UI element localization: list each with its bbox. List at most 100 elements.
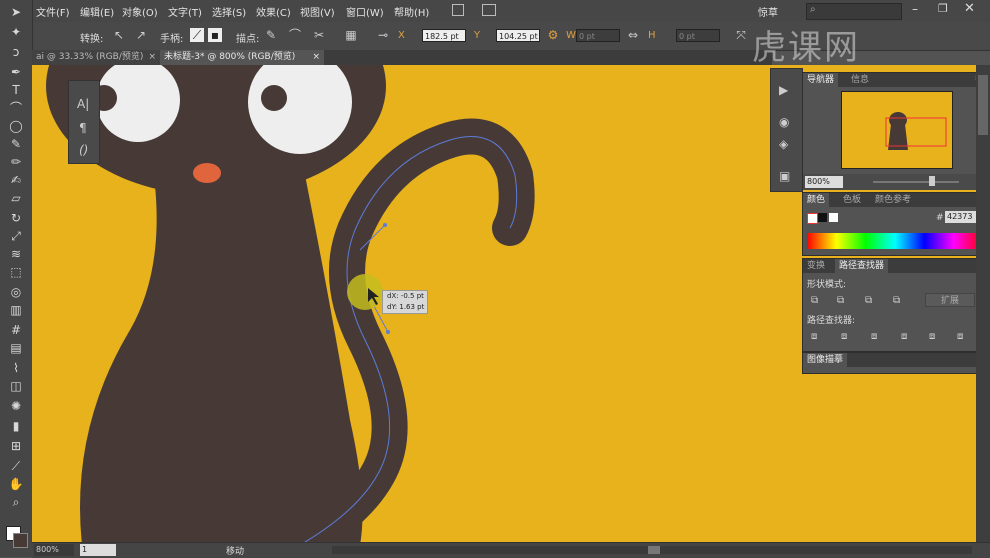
menu-window[interactable]: 窗口(W) [346, 4, 384, 19]
menu-file[interactable]: 文件(F) [36, 4, 70, 19]
align-icon[interactable]: ⊸ [376, 28, 390, 42]
paintbrush-tool-icon[interactable]: ✎ [8, 136, 24, 152]
remove-anchor-icon[interactable]: ✎ [264, 28, 278, 42]
tab-pathfinder[interactable]: 路径查找器 [835, 259, 889, 273]
trim-icon[interactable]: ⧈ [841, 331, 847, 342]
menu-effect[interactable]: 效果(C) [256, 4, 291, 19]
transform-icon[interactable]: ⤧ [734, 28, 748, 42]
ellipse-tool-icon[interactable]: ◯ [8, 118, 24, 134]
horizontal-scrollbar[interactable] [332, 546, 972, 554]
zoom-slider[interactable] [873, 181, 959, 183]
pen-tool-icon[interactable]: ✒ [8, 64, 24, 80]
tab-swatches[interactable]: 色板 [839, 193, 865, 207]
slice-tool-icon[interactable]: ⟋ [8, 458, 24, 474]
artboards-icon[interactable]: ▣ [779, 169, 790, 183]
stroke-swatch[interactable] [13, 533, 28, 548]
artboard-tool-icon[interactable]: ⊞ [8, 438, 24, 454]
x-field[interactable]: 182.5 pt [422, 29, 466, 42]
unite-icon[interactable]: ⧉ [811, 295, 818, 306]
perspective-grid-tool-icon[interactable]: ▥ [8, 302, 24, 318]
arc-tool-icon[interactable]: ⌒ [8, 100, 24, 116]
eyedropper-tool-icon[interactable]: ⌇ [8, 360, 24, 376]
mesh-tool-icon[interactable]: # [8, 322, 24, 338]
crop-icon[interactable]: ⧈ [901, 331, 907, 342]
close-icon[interactable]: ✕ [964, 1, 975, 16]
character-icon[interactable]: A| [77, 97, 89, 111]
width-tool-icon[interactable]: ≋ [8, 246, 24, 262]
navigator-zoom-field[interactable]: 800% [805, 176, 843, 188]
artboard-number-field[interactable]: 1 [80, 544, 116, 556]
restore-icon[interactable]: ❐ [938, 2, 948, 15]
zoom-tool-icon[interactable]: ⌕ [8, 494, 24, 510]
tab-image-trace[interactable]: 图像描摹 [803, 353, 848, 367]
hide-handles-icon[interactable]: ▪ [208, 28, 222, 42]
tab-color-guide[interactable]: 颜色参考 [871, 193, 915, 207]
isolate-icon[interactable]: ▦ [344, 28, 358, 42]
intersect-icon[interactable]: ⧉ [865, 295, 872, 306]
navigator-thumbnail[interactable] [841, 91, 953, 169]
handle-point[interactable] [383, 223, 387, 227]
vertical-scroll-thumb[interactable] [978, 75, 988, 135]
magic-wand-tool-icon[interactable]: ✦ [8, 24, 24, 40]
minus-front-icon[interactable]: ⧉ [837, 295, 844, 306]
tab-navigator[interactable]: 导航器 [803, 73, 839, 87]
minimize-icon[interactable]: – [912, 2, 918, 16]
outline-icon[interactable]: ⧈ [929, 331, 935, 342]
bridge-icon[interactable] [452, 4, 464, 16]
handle-point[interactable] [386, 330, 390, 334]
zoom-slider-thumb[interactable] [929, 176, 935, 186]
hand-tool-icon[interactable]: ✋ [8, 476, 24, 492]
color-spectrum[interactable] [807, 233, 983, 249]
play-icon[interactable]: ▶ [779, 83, 788, 97]
black-swatch[interactable] [818, 213, 827, 222]
tab-close-icon[interactable]: × [148, 50, 156, 65]
show-handles-icon[interactable]: ⟋ [190, 28, 204, 42]
pencil-tool-icon[interactable]: ✏ [8, 154, 24, 170]
link-icon[interactable]: ⇔ [626, 28, 640, 42]
white-swatch[interactable] [829, 213, 838, 222]
exclude-icon[interactable]: ⧉ [893, 295, 900, 306]
lasso-tool-icon[interactable]: ↄ [8, 44, 24, 60]
h-field[interactable]: 0 pt [676, 29, 720, 42]
tab-document-2[interactable]: 未标题-3* @ 800% (RGB/预览) × [160, 50, 324, 65]
scale-tool-icon[interactable]: ⤢ [8, 228, 24, 244]
rotate-tool-icon[interactable]: ↻ [8, 210, 24, 226]
tab-transform[interactable]: 变换 [803, 259, 829, 273]
minus-back-icon[interactable]: ⧈ [957, 331, 963, 342]
arrange-docs-icon[interactable] [482, 4, 496, 16]
menu-object[interactable]: 对象(O) [122, 4, 158, 19]
menu-help[interactable]: 帮助(H) [394, 4, 429, 19]
type-tool-icon[interactable]: T [8, 82, 24, 98]
tab-color[interactable]: 颜色 [803, 193, 830, 207]
column-graph-tool-icon[interactable]: ▮ [8, 418, 24, 434]
menu-edit[interactable]: 编辑(E) [80, 4, 114, 19]
menu-view[interactable]: 视图(V) [300, 4, 335, 19]
merge-icon[interactable]: ⧈ [871, 331, 877, 342]
selection-tool-icon[interactable]: ➤ [8, 4, 24, 20]
record-icon[interactable]: ◉ [779, 115, 789, 129]
search-input[interactable]: ⌕ [806, 3, 902, 20]
status-zoom[interactable]: 800% [34, 544, 74, 556]
paragraph-icon[interactable]: ¶ [79, 121, 87, 135]
menu-type[interactable]: 文字(T) [168, 4, 202, 19]
convert-corner-icon[interactable]: ↖ [112, 28, 126, 42]
symbol-sprayer-tool-icon[interactable]: ✺ [8, 398, 24, 414]
expand-button[interactable]: 扩展 [925, 293, 975, 307]
tab-document-1[interactable]: ai @ 33.33% (RGB/预览) × [32, 50, 160, 65]
constrain-icon[interactable]: ⚙ [546, 28, 560, 42]
shape-builder-tool-icon[interactable]: ◎ [8, 284, 24, 300]
connect-anchor-icon[interactable]: ⌒ [288, 28, 302, 42]
blob-brush-tool-icon[interactable]: ✍ [8, 172, 24, 188]
eraser-tool-icon[interactable]: ▱ [8, 190, 24, 206]
blend-tool-icon[interactable]: ◫ [8, 378, 24, 394]
horizontal-scroll-thumb[interactable] [648, 546, 660, 554]
tab-info[interactable]: 信息 [847, 73, 873, 87]
menu-select[interactable]: 选择(S) [212, 4, 246, 19]
workspace-switcher[interactable]: 惊草 [758, 4, 778, 19]
w-field[interactable]: 0 pt [576, 29, 620, 42]
divide-icon[interactable]: ⧈ [811, 331, 817, 342]
free-transform-tool-icon[interactable]: ⬚ [8, 264, 24, 280]
convert-smooth-icon[interactable]: ↗ [134, 28, 148, 42]
cut-path-icon[interactable]: ✂ [312, 28, 326, 42]
y-field[interactable]: 104.25 pt [496, 29, 540, 42]
